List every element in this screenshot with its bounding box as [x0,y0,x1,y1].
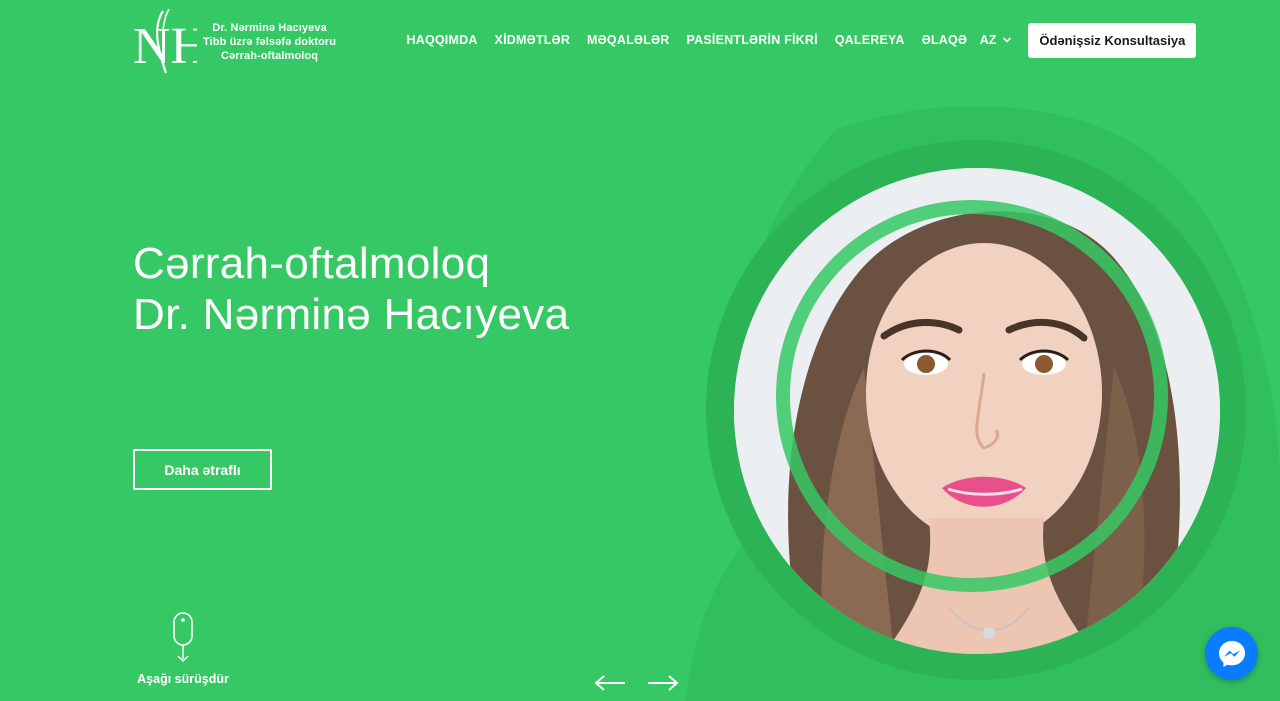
nav-item-gallery[interactable]: QALEREYA [835,33,905,47]
logo-monogram: NH [133,7,197,77]
arrow-right-icon[interactable] [646,672,680,694]
mouse-icon [173,612,193,662]
brand-degree: Tibb üzrə fəlsəfə doktoru [203,36,337,48]
site-logo[interactable]: NH Dr. Nərminə Hacıyeva Tibb üzrə fəlsəf… [133,6,336,78]
brand-name: Dr. Nərminə Hacıyeva [212,22,327,34]
messenger-icon [1218,640,1245,667]
portrait-ring-inner [776,200,1168,592]
logo-monogram-text: NH [133,18,197,75]
messenger-chat-button[interactable] [1205,627,1258,680]
hero-title-line1: Cərrah-oftalmoloq [133,239,491,288]
language-selector[interactable]: AZ [980,33,1013,47]
scroll-down-label: Aşağı sürüşdür [137,672,229,686]
nav-item-testimonials[interactable]: PASİENTLƏRİN FİKRİ [687,33,818,47]
scroll-down[interactable]: Aşağı sürüşdür [133,612,233,686]
nav-item-about[interactable]: HAQQIMDA [407,33,478,47]
hero-portrait [686,100,1280,701]
arrow-left-icon[interactable] [593,672,627,694]
language-label: AZ [979,33,997,47]
brand-specialty: Cərrah-oftalmoloq [221,50,319,62]
nav-item-services[interactable]: XİDMƏTLƏR [495,33,571,47]
hero-title-line2: Dr. Nərminə Hacıyeva [133,290,570,339]
nav-item-articles[interactable]: MƏQALƏLƏR [587,33,670,47]
chevron-down-icon [1003,37,1012,43]
page: NH Dr. Nərminə Hacıyeva Tibb üzrə fəlsəf… [0,0,1280,701]
nav-item-contact[interactable]: ƏLAQƏ [922,33,968,47]
main-nav: HAQQIMDA XİDMƏTLƏR MƏQALƏLƏR PASİENTLƏRİ… [398,22,1197,58]
read-more-button[interactable]: Daha ətraflı [133,449,272,490]
hero-title: Cərrah-oftalmoloq Dr. Nərminə Hacıyeva [133,238,569,340]
free-consultation-button[interactable]: Ödənişsiz Konsultasiya [1028,22,1197,58]
logo-text: Dr. Nərminə Hacıyeva Tibb üzrə fəlsəfə d… [203,21,336,63]
